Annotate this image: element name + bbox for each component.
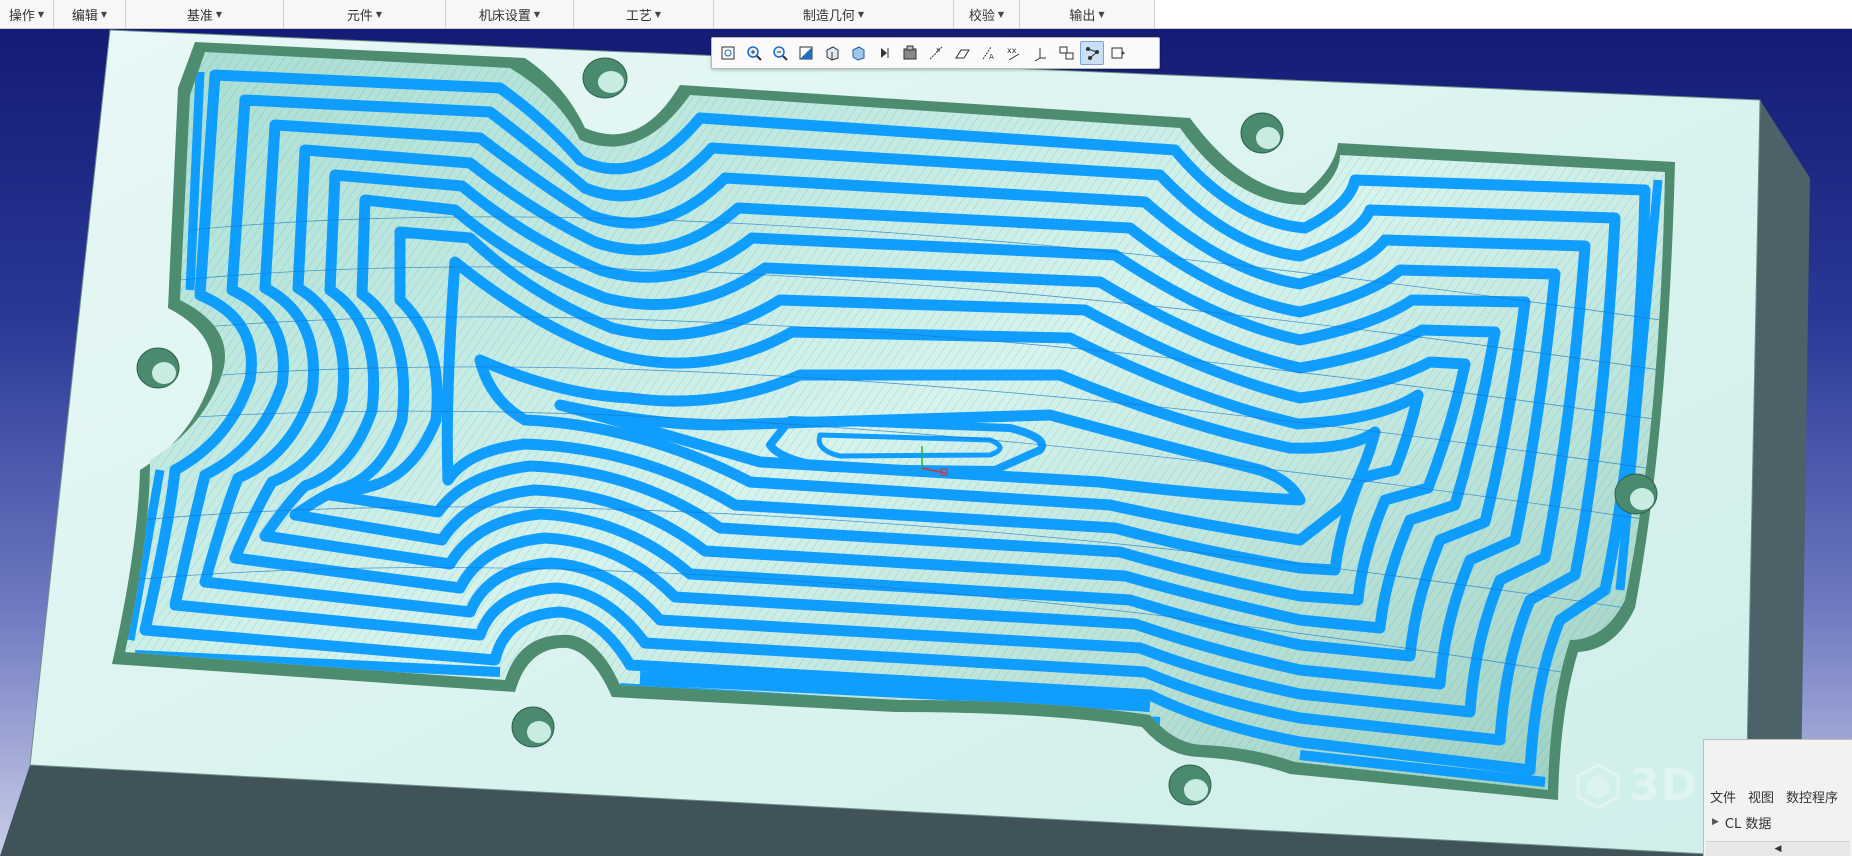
menu-label: 工艺 (625, 8, 652, 24)
expand-arrow-icon[interactable]: ▶ (1712, 817, 1719, 827)
chevron-down-icon: ▼ (533, 9, 541, 19)
chevron-down-icon: ▼ (375, 9, 383, 19)
datum-planes-icon[interactable]: x (924, 41, 948, 65)
menu-operations[interactable]: 操作 ▼ (0, 0, 54, 28)
horizontal-scrollbar[interactable]: ◀ (1706, 841, 1850, 856)
tab-file[interactable]: 文件 (1710, 787, 1736, 806)
menu-label: 编辑 (71, 8, 98, 24)
menu-validate[interactable]: 校验 ▼ (954, 0, 1020, 28)
coordinate-systems-icon[interactable]: xx (1002, 41, 1026, 65)
menu-mfg-geometry[interactable]: 制造几何 ▼ (714, 0, 954, 28)
tab-nc-program[interactable]: 数控程序 (1786, 787, 1838, 806)
datum-axes-icon[interactable] (950, 41, 974, 65)
refit-icon[interactable] (716, 41, 740, 65)
chevron-down-icon: ▼ (100, 9, 108, 19)
chevron-down-icon: ▼ (37, 9, 45, 19)
perspective-icon[interactable] (898, 41, 922, 65)
saved-orientations-icon[interactable] (846, 41, 870, 65)
menu-process[interactable]: 工艺 ▼ (574, 0, 714, 28)
ribbon-menu-bar: 操作 ▼ 编辑 ▼ 基准 ▼ 元件 ▼ 机床设置 ▼ 工艺 ▼ 制造几何 ▼ 校验 ▼ 输出 ▼ (0, 0, 1852, 29)
menu-datum[interactable]: 基准 ▼ (126, 0, 284, 28)
panel-tabs: 文件 视图 数控程序 (1704, 781, 1852, 811)
menu-label: 基准 (186, 8, 213, 24)
menu-label: 操作 (8, 8, 35, 24)
toolpath-model-view[interactable] (0, 29, 1852, 856)
chevron-down-icon: ▼ (215, 9, 223, 19)
display-style-icon[interactable] (820, 41, 844, 65)
zoom-out-icon[interactable] (768, 41, 792, 65)
svg-text:A: A (989, 53, 994, 61)
menu-edit[interactable]: 编辑 ▼ (54, 0, 126, 28)
svg-text:x: x (936, 46, 940, 54)
zoom-in-icon[interactable] (742, 41, 766, 65)
menu-label: 制造几何 (802, 8, 855, 24)
tree-item-label: CL 数据 (1724, 816, 1772, 832)
tree-item-cl-data[interactable]: ▶ CL 数据 (1704, 811, 1852, 833)
menu-output[interactable]: 输出 ▼ (1020, 0, 1155, 28)
spin-center-icon[interactable] (1054, 41, 1078, 65)
menu-label: 元件 (346, 8, 373, 24)
more-icon[interactable] (1106, 41, 1130, 65)
menu-label: 校验 (968, 8, 995, 24)
repaint-icon[interactable] (794, 41, 818, 65)
menu-component[interactable]: 元件 ▼ (284, 0, 446, 28)
model-tree-panel: 文件 视图 数控程序 ▶ CL 数据 ◀ (1703, 739, 1852, 856)
chevron-down-icon: ▼ (1098, 9, 1105, 19)
menu-label: 输出 (1069, 8, 1096, 24)
ribbon-empty-area (1155, 0, 1852, 28)
tab-view[interactable]: 视图 (1748, 787, 1774, 806)
cl-display-icon[interactable] (1080, 41, 1104, 65)
graphics-viewport[interactable]: x Axx (0, 29, 1852, 856)
svg-text:xx: xx (1007, 46, 1017, 55)
menu-label: 机床设置 (478, 8, 531, 24)
datum-points-icon[interactable]: A (976, 41, 1000, 65)
view-manager-icon[interactable] (872, 41, 896, 65)
annotations-icon[interactable] (1028, 41, 1052, 65)
chevron-down-icon: ▼ (997, 9, 1005, 19)
scroll-left-icon[interactable]: ◀ (1775, 844, 1782, 854)
chevron-down-icon: ▼ (654, 9, 662, 19)
graphics-toolbar: x Axx (711, 37, 1160, 69)
menu-machine-setup[interactable]: 机床设置 ▼ (446, 0, 574, 28)
chevron-down-icon: ▼ (857, 9, 865, 19)
